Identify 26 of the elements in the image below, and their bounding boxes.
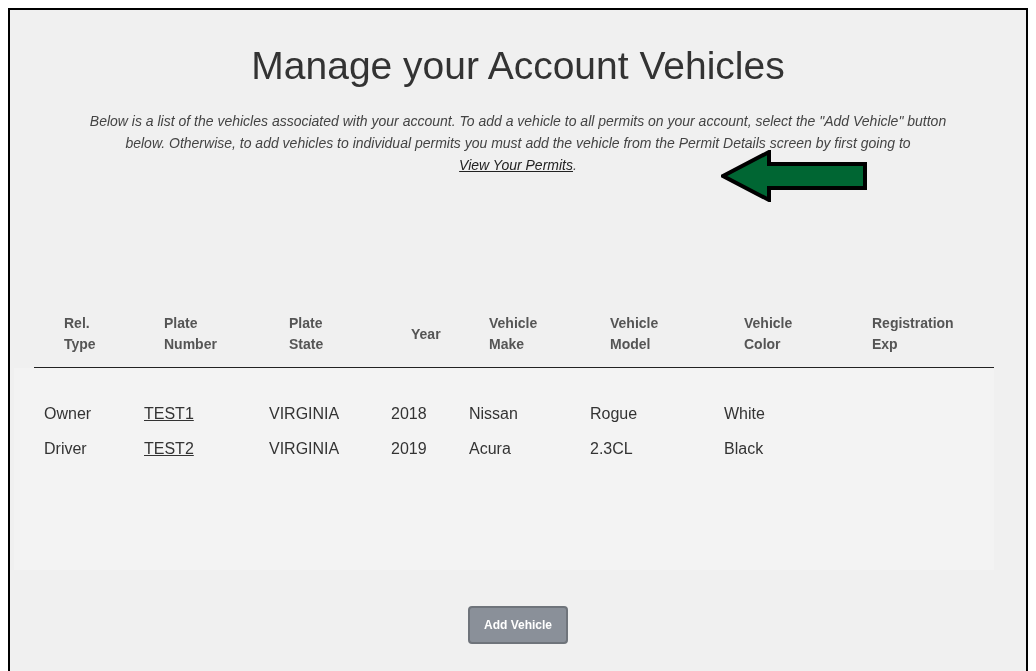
table-cell-text: Acura: [469, 438, 512, 459]
page-title: Manage your Account Vehicles: [251, 43, 785, 89]
table-cell-text: 2019: [391, 438, 428, 459]
column-header: Vehicle Model: [610, 314, 659, 354]
table-cell-text: Rogue: [590, 403, 639, 424]
plate-link[interactable]: TEST1: [144, 404, 194, 422]
column-header: Registration Exp: [872, 314, 954, 354]
table-cell-text: Driver: [44, 438, 88, 459]
column-header: Rel. Type: [64, 314, 96, 354]
column-header: Vehicle Make: [489, 314, 538, 354]
table-cell-text: White: [724, 403, 766, 424]
arrow-icon: [721, 150, 867, 202]
table-cell-text: VIRGINIA: [269, 403, 341, 424]
table-cell-text: Nissan: [469, 403, 519, 424]
table-cell-text: 2.3CL: [590, 438, 634, 459]
intro-paragraph: Below is a list of the vehicles associated with your account. To add a vehicle to all permits on your account, select the "Add Vehicle" button below. Otherwise, to add vehicles to individual permits you must add the vehicle from the Permit Details screen by first going to View Your Permits.: [88, 112, 948, 175]
column-header: Year: [411, 324, 441, 344]
table-cell-text: VIRGINIA: [269, 438, 341, 459]
column-header: Vehicle Color: [744, 314, 793, 354]
table-cell-text: 2018: [391, 403, 428, 424]
table-cell-text: Black: [724, 438, 765, 459]
column-header: Plate State: [289, 314, 324, 354]
table-cell-text: Owner: [44, 403, 93, 424]
column-header: Plate Number: [164, 314, 217, 354]
plate-link[interactable]: TEST2: [144, 439, 194, 457]
view-permits-link[interactable]: View Your Permits: [459, 157, 573, 173]
